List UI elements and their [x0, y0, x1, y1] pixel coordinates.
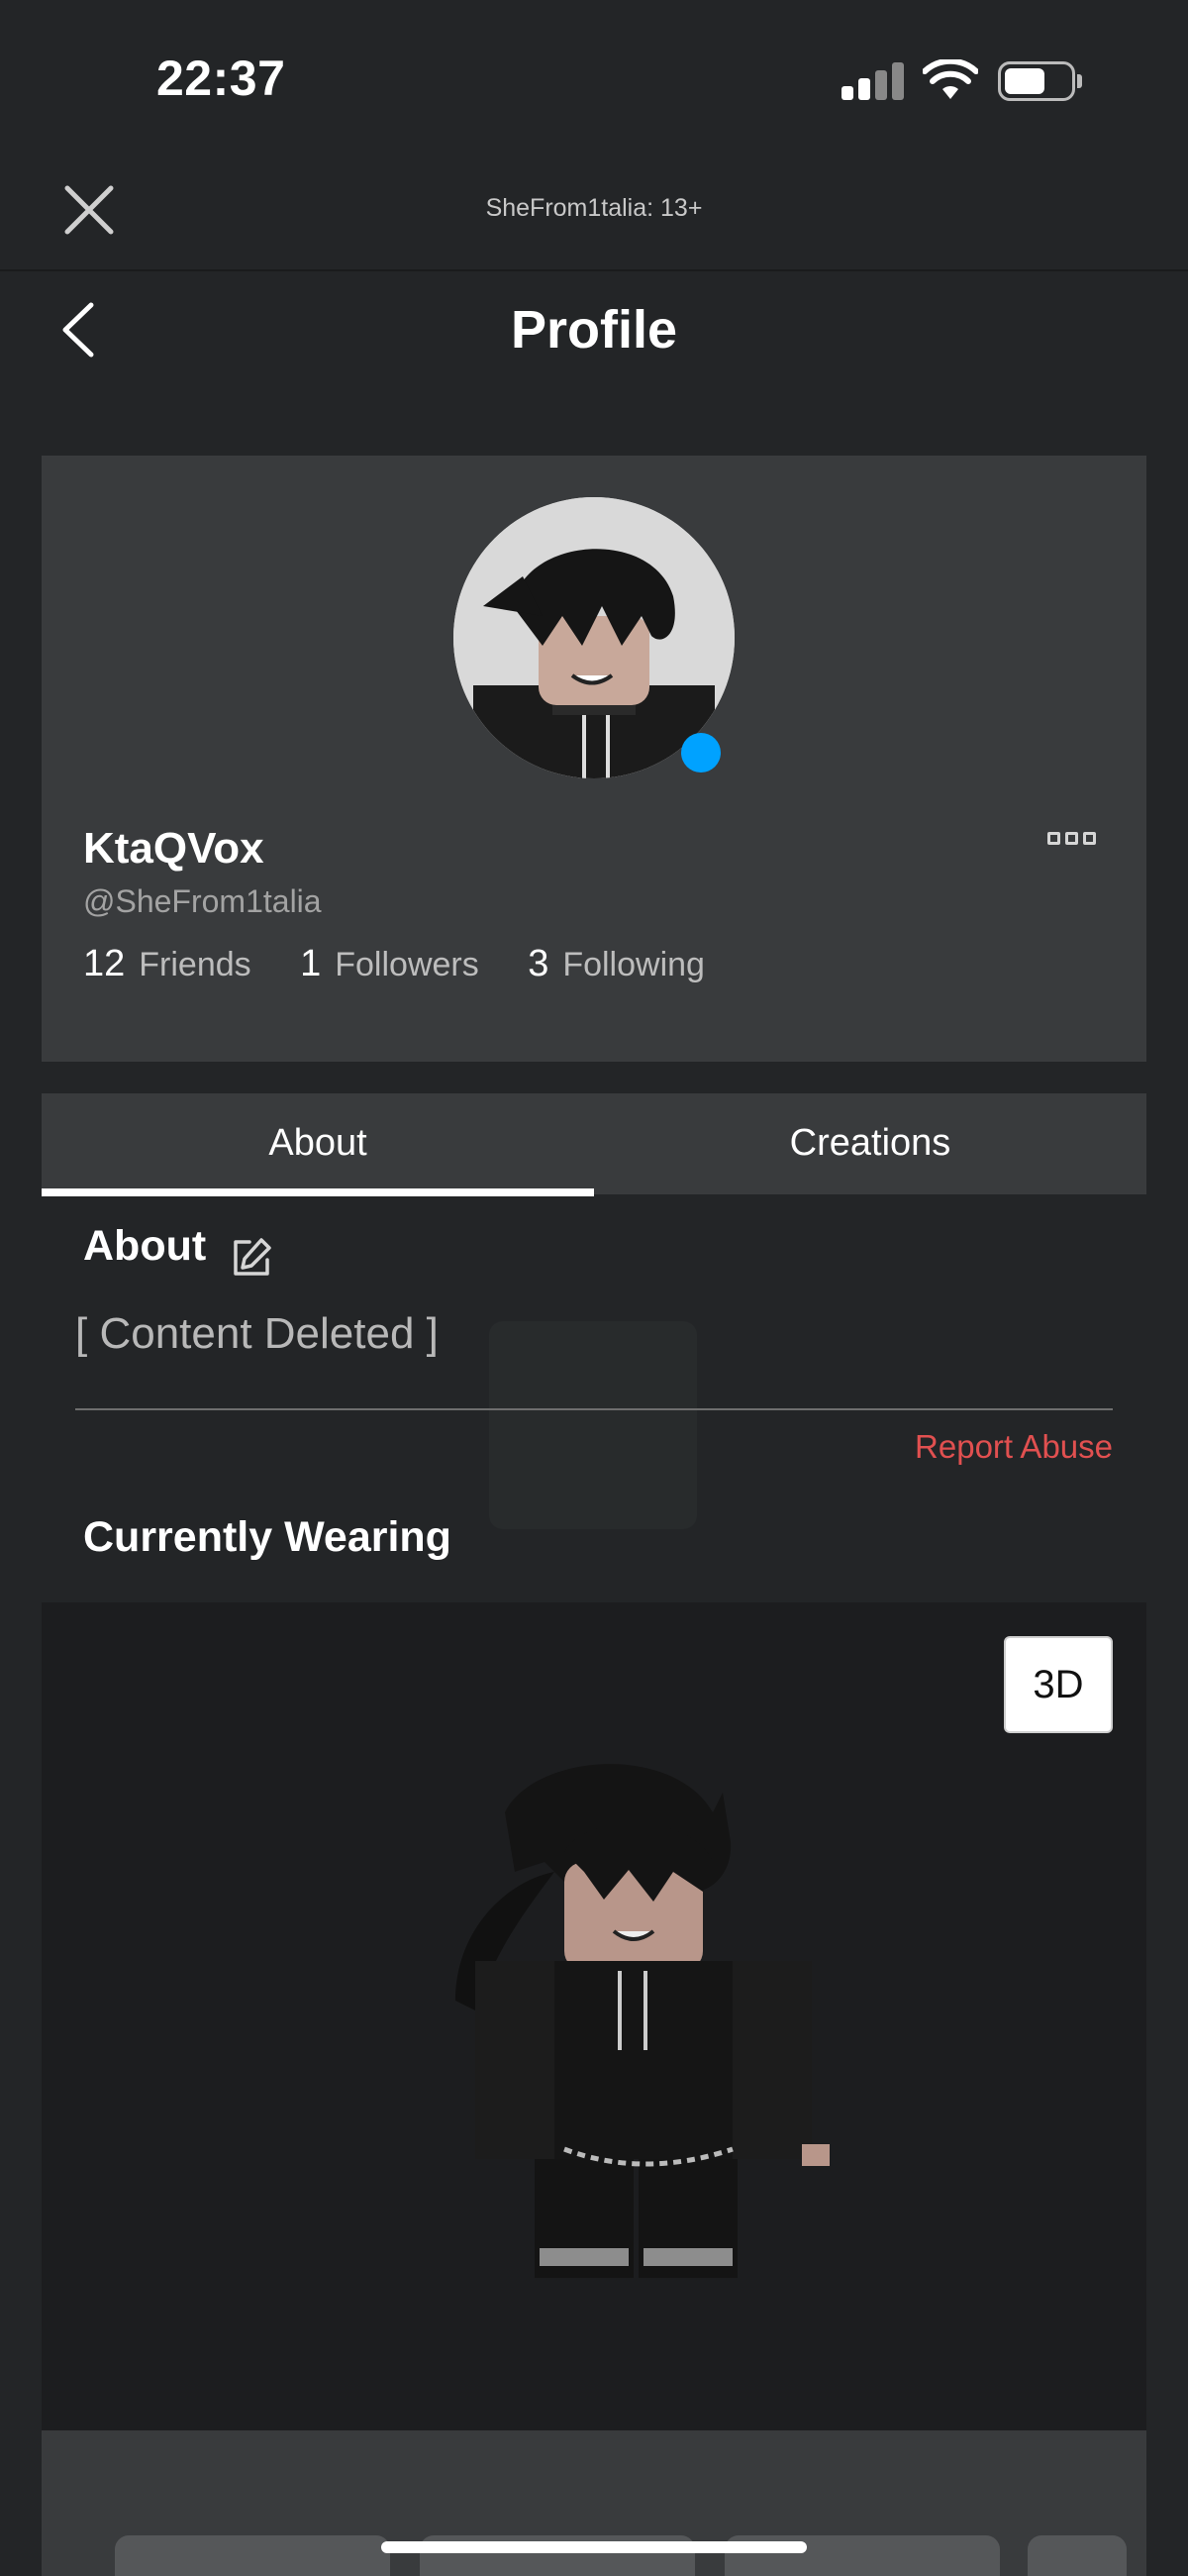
report-abuse-link[interactable]: Report Abuse	[915, 1428, 1113, 1466]
profile-stats: 12 Friends 1 Followers 3 Following	[83, 943, 744, 985]
header-divider	[0, 269, 1188, 271]
loading-placeholder	[489, 1321, 697, 1529]
friends-stat[interactable]: 12 Friends	[83, 943, 251, 985]
followers-stat[interactable]: 1 Followers	[300, 943, 479, 985]
friends-label: Friends	[139, 946, 251, 983]
avatar-full-body-image	[455, 1764, 830, 2278]
following-count: 3	[528, 943, 549, 984]
about-heading: About	[83, 1222, 207, 1270]
webview-title: SheFrom1talia: 13+	[485, 194, 703, 222]
accessory-thumbnail[interactable]	[115, 2535, 390, 2576]
online-status-dot	[681, 733, 721, 773]
accessory-thumbnail[interactable]	[1028, 2535, 1127, 2576]
wifi-icon	[923, 59, 978, 99]
about-description: [ Content Deleted ]	[75, 1309, 439, 1358]
followers-label: Followers	[335, 946, 479, 983]
home-indicator	[381, 2541, 807, 2553]
following-stat[interactable]: 3 Following	[528, 943, 705, 985]
battery-icon	[998, 61, 1082, 101]
cellular-signal-icon	[842, 62, 905, 100]
toggle-3d-button[interactable]: 3D	[1004, 1636, 1113, 1733]
currently-wearing-heading: Currently Wearing	[83, 1513, 451, 1561]
tab-about[interactable]: About	[42, 1093, 594, 1196]
followers-count: 1	[300, 943, 322, 984]
following-label: Following	[562, 946, 705, 983]
page-title: Profile	[510, 300, 678, 360]
about-divider	[75, 1408, 1113, 1410]
tab-creations[interactable]: Creations	[594, 1093, 1146, 1194]
username: @SheFrom1talia	[83, 883, 322, 919]
status-time: 22:37	[156, 51, 286, 106]
friends-count: 12	[83, 943, 126, 984]
edit-icon[interactable]	[230, 1236, 273, 1280]
profile-tabs: About Creations	[42, 1093, 1146, 1196]
display-name: KtaQVox	[83, 824, 264, 873]
more-options-icon[interactable]	[1047, 832, 1097, 848]
